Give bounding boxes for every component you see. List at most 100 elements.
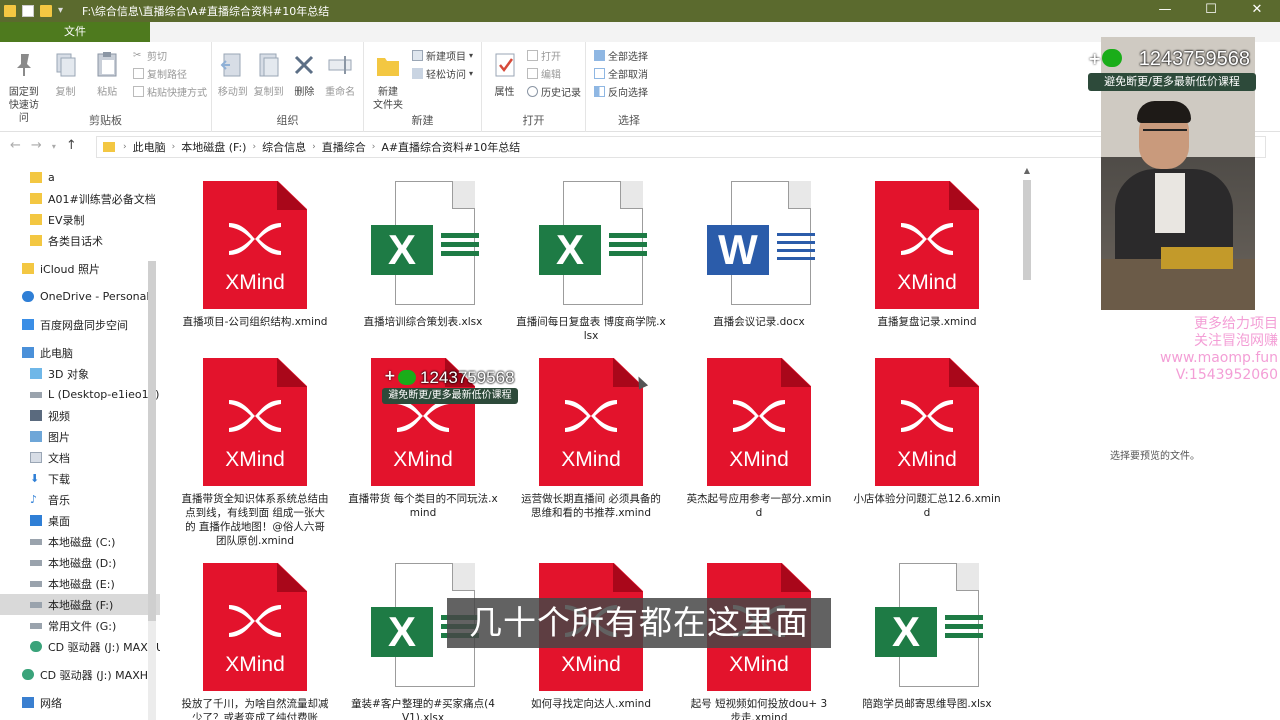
breadcrumb-this-pc[interactable]: 此电脑: [133, 139, 166, 155]
file-item[interactable]: X 直播间每日复盘表 博度商学院.xlsx: [516, 181, 666, 343]
minimize-button[interactable]: —: [1142, 0, 1188, 22]
chevron-right-icon[interactable]: ›: [123, 142, 127, 152]
chevron-down-icon: ▾: [469, 50, 474, 60]
file-name: 陪跑学员邮寄思维导图.xlsx: [862, 698, 992, 710]
paste-shortcut-button[interactable]: 粘贴快捷方式: [133, 84, 207, 99]
customize-quick-access-icon[interactable]: ▾: [58, 5, 70, 17]
nav-item-documents[interactable]: 文档: [0, 447, 160, 468]
open-button[interactable]: 打开: [527, 48, 581, 63]
contact-number-2: 1243759568: [420, 368, 515, 387]
new-folder-quick-icon[interactable]: [40, 5, 52, 17]
breadcrumb-drive-f[interactable]: 本地磁盘 (F:): [181, 139, 246, 155]
nav-item-desktop[interactable]: 桌面: [0, 510, 160, 531]
file-name: 起号 短视频如何投放dou+ 3 步走.xmind: [690, 698, 828, 720]
desktop-icon: [30, 515, 42, 526]
nav-item-baidu[interactable]: 百度网盘同步空间: [0, 314, 160, 335]
up-arrow-icon[interactable]: ↑: [66, 138, 77, 156]
nav-item-l[interactable]: L (Desktop-e1ieo1v): [0, 384, 160, 405]
select-none-button[interactable]: 全部取消: [594, 66, 648, 81]
edit-button[interactable]: 编辑: [527, 66, 581, 81]
easy-access-button[interactable]: 轻松访问 ▾: [412, 66, 473, 81]
invert-selection-button[interactable]: 反向选择: [594, 84, 648, 99]
file-item[interactable]: XMind 投放了千川，为啥自然流量却减少了？或者变成了纯付费账: [180, 563, 330, 720]
scrollbar-thumb[interactable]: [1023, 180, 1031, 280]
nav-item-c[interactable]: 本地磁盘 (C:): [0, 531, 160, 552]
move-to-icon: [220, 53, 241, 77]
file-item[interactable]: X 直播培训综合策划表.xlsx: [348, 181, 498, 329]
history-button[interactable]: 历史记录: [527, 84, 581, 99]
cd-drive-icon: [30, 641, 42, 652]
copy-button[interactable]: 复制: [46, 46, 86, 99]
chevron-right-icon[interactable]: ›: [312, 142, 316, 152]
properties-icon: [495, 53, 514, 77]
close-button[interactable]: ✕: [1234, 0, 1280, 22]
file-item[interactable]: XMind 直播带货全知识体系系统总结由点到线，有线到面 组成一张大的 直播作战…: [180, 358, 330, 548]
nav-item-d[interactable]: 本地磁盘 (D:): [0, 552, 160, 573]
delete-button[interactable]: 删除: [288, 46, 322, 99]
rename-button[interactable]: 重命名: [323, 46, 357, 99]
nav-item-a01[interactable]: A01#训练营必备文档: [0, 188, 160, 209]
maximize-button[interactable]: ☐: [1188, 0, 1234, 22]
tab-file[interactable]: 文件: [0, 22, 150, 42]
file-item[interactable]: XMind 英杰起号应用参考一部分.xmind: [684, 358, 834, 520]
chevron-right-icon[interactable]: ›: [172, 142, 176, 152]
recent-locations-icon[interactable]: ▾: [52, 138, 56, 156]
new-item-button[interactable]: 新建项目 ▾: [412, 48, 474, 63]
file-name: 投放了千川，为啥自然流量却减少了？或者变成了纯付费账: [181, 698, 329, 720]
properties-button[interactable]: 属性: [486, 46, 523, 99]
nav-item-g[interactable]: 常用文件 (G:): [0, 615, 160, 636]
nav-item-ev[interactable]: EV录制: [0, 209, 160, 230]
chevron-right-icon[interactable]: ›: [372, 142, 376, 152]
copy-to-button[interactable]: 复制到: [252, 46, 286, 99]
nav-item-network[interactable]: 网络: [0, 692, 160, 713]
nav-item-f[interactable]: 本地磁盘 (F:): [0, 594, 160, 615]
chevron-right-icon[interactable]: ›: [252, 142, 256, 152]
file-item[interactable]: XMind 小店体验分问题汇总12.6.xmind: [852, 358, 1002, 520]
back-arrow-icon[interactable]: ←: [10, 138, 21, 156]
xmind-file-icon: XMind: [707, 358, 811, 486]
forward-arrow-icon[interactable]: →: [31, 138, 42, 156]
breadcrumb-live[interactable]: 直播综合: [322, 139, 366, 155]
nav-item-icloud[interactable]: iCloud 照片: [0, 258, 160, 279]
easy-access-icon: [412, 67, 423, 79]
scroll-up-arrow-icon[interactable]: ▲: [1020, 166, 1034, 175]
navigation-pane: a A01#训练营必备文档 EV录制 各类目话术 iCloud 照片 OneDr…: [0, 161, 160, 720]
nav-item-cd-2[interactable]: CD 驱动器 (J:) MAXHU: [0, 664, 160, 685]
breadcrumb-info[interactable]: 综合信息: [262, 139, 306, 155]
file-item[interactable]: X 陪跑学员邮寄思维导图.xlsx: [852, 563, 1002, 711]
nav-item-music[interactable]: ♪ 音乐: [0, 489, 160, 510]
select-all-button[interactable]: 全部选择: [594, 48, 648, 63]
file-item[interactable]: W 直播会议记录.docx: [684, 181, 834, 329]
cd-drive-icon: [22, 669, 34, 680]
nav-item-e[interactable]: 本地磁盘 (E:): [0, 573, 160, 594]
select-group-label: 选择: [618, 114, 640, 127]
nav-item-pictures[interactable]: 图片: [0, 426, 160, 447]
properties-quick-icon[interactable]: [22, 5, 34, 17]
nav-item-onedrive[interactable]: OneDrive - Personal: [0, 286, 160, 307]
copy-path-button[interactable]: 复制路径: [133, 66, 207, 81]
nav-item-a[interactable]: a: [0, 167, 160, 188]
breadcrumb-current[interactable]: A#直播综合资料#10年总结: [381, 139, 520, 155]
nav-item-videos[interactable]: 视频: [0, 405, 160, 426]
file-item[interactable]: XMind 直播项目-公司组织结构.xmind: [180, 181, 330, 329]
copy-to-icon: [259, 53, 279, 77]
nav-item-cd-1[interactable]: CD 驱动器 (J:) MAXHU: [0, 636, 160, 657]
invert-selection-icon: [594, 85, 605, 97]
nav-item-scripts[interactable]: 各类目话术: [0, 230, 160, 251]
move-to-button[interactable]: 移动到: [216, 46, 250, 99]
file-list-scrollbar[interactable]: ▲: [1020, 166, 1034, 720]
new-folder-button[interactable]: 新建 文件夹: [368, 46, 408, 112]
documents-icon: [30, 452, 42, 463]
paste-button[interactable]: 粘贴: [87, 46, 127, 99]
cut-button[interactable]: ✂ 剪切: [133, 48, 207, 63]
file-item[interactable]: XMind 直播复盘记录.xmind: [852, 181, 1002, 329]
nav-item-downloads[interactable]: ⬇ 下载: [0, 468, 160, 489]
file-name: 童装#客户整理的#买家痛点(4V1).xlsx: [351, 698, 495, 720]
excel-file-icon: X: [875, 563, 983, 691]
nav-item-3d[interactable]: 3D 对象: [0, 363, 160, 384]
contact-subtitle: 避免断更/更多最新低价课程: [1088, 73, 1256, 91]
nav-scrollbar[interactable]: [148, 261, 156, 720]
address-bar[interactable]: › 此电脑 › 本地磁盘 (F:) › 综合信息 › 直播综合 › A#直播综合…: [96, 136, 1266, 158]
nav-item-this-pc[interactable]: 此电脑: [0, 342, 160, 363]
file-name: 直播带货全知识体系系统总结由点到线，有线到面 组成一张大的 直播作战地图！@俗人…: [181, 493, 329, 547]
